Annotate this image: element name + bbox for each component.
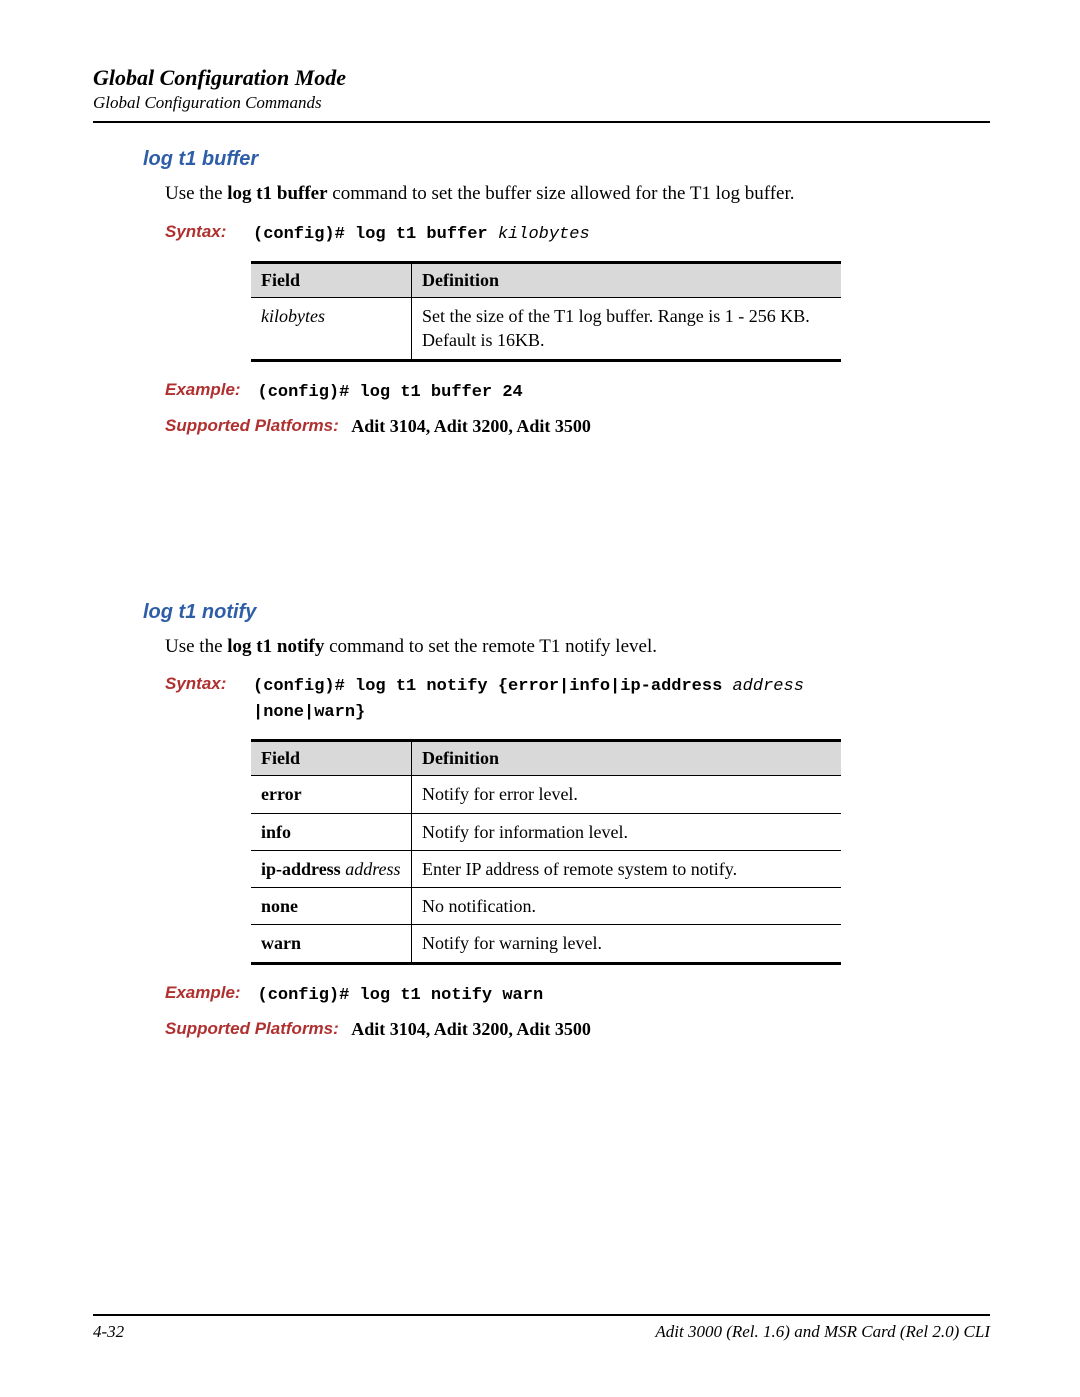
field-bold: ip-address	[261, 859, 345, 879]
field-italic-suffix: address	[345, 859, 400, 879]
cell-field: ip-address address	[251, 850, 412, 887]
example-text: (config)# log t1 notify warn	[258, 986, 544, 1005]
example-label: Example:	[165, 983, 245, 1003]
example-row: Example: (config)# log t1 notify warn	[165, 983, 990, 1005]
page-footer: 4-32 Adit 3000 (Rel. 1.6) and MSR Card (…	[93, 1314, 990, 1342]
desc-cmd: log t1 buffer	[227, 183, 327, 204]
syntax-row: Syntax: (config)# log t1 buffer kilobyte…	[165, 222, 990, 248]
col-field: Field	[251, 741, 412, 776]
desc-prefix: Use the	[165, 636, 227, 657]
fields-table-wrap: Field Definition kilobytes Set the size …	[251, 261, 990, 362]
section-gap	[143, 451, 990, 601]
table-row: none No notification.	[251, 888, 841, 925]
table-row: info Notify for information level.	[251, 813, 841, 850]
syntax-label: Syntax:	[165, 222, 245, 242]
table-row: kilobytes Set the size of the T1 log buf…	[251, 298, 841, 361]
syntax-text: (config)# log t1 notify {error|info|ip-a…	[253, 674, 990, 725]
cell-def: Notify for information level.	[412, 813, 842, 850]
field-bold: none	[261, 896, 298, 916]
desc-suffix: command to set the remote T1 notify leve…	[324, 636, 657, 657]
col-field: Field	[251, 263, 412, 298]
fields-table-wrap: Field Definition error Notify for error …	[251, 739, 990, 964]
table-row: warn Notify for warning level.	[251, 925, 841, 963]
table-row: error Notify for error level.	[251, 776, 841, 813]
platforms-value: Adit 3104, Adit 3200, Adit 3500	[351, 416, 591, 436]
field-italic: kilobytes	[261, 306, 325, 326]
syntax-prefix: (config)# log t1 notify {error|info|ip-a…	[253, 677, 732, 696]
header-subtitle: Global Configuration Commands	[93, 93, 990, 113]
platforms-label: Supported Platforms:	[165, 1019, 339, 1039]
field-bold: warn	[261, 933, 301, 953]
desc-suffix: command to set the buffer size allowed f…	[328, 183, 795, 204]
cell-field: none	[251, 888, 412, 925]
syntax-line2: |none|warn}	[253, 703, 365, 722]
col-definition: Definition	[412, 741, 842, 776]
desc-prefix: Use the	[165, 183, 227, 204]
page: Global Configuration Mode Global Configu…	[0, 0, 1080, 1397]
header-rule	[93, 121, 990, 123]
fields-table: Field Definition kilobytes Set the size …	[251, 261, 841, 362]
cell-field: warn	[251, 925, 412, 963]
example-label: Example:	[165, 380, 245, 400]
field-bold: error	[261, 784, 302, 804]
cell-def: Notify for error level.	[412, 776, 842, 813]
cell-def: No notification.	[412, 888, 842, 925]
syntax-row: Syntax: (config)# log t1 notify {error|i…	[165, 674, 990, 725]
example-row: Example: (config)# log t1 buffer 24	[165, 380, 990, 402]
desc-cmd: log t1 notify	[227, 636, 324, 657]
page-header: Global Configuration Mode Global Configu…	[93, 65, 990, 123]
doc-title: Adit 3000 (Rel. 1.6) and MSR Card (Rel 2…	[655, 1322, 990, 1342]
cell-field: kilobytes	[251, 298, 412, 361]
page-number: 4-32	[93, 1322, 124, 1342]
cell-def: Enter IP address of remote system to not…	[412, 850, 842, 887]
fields-table: Field Definition error Notify for error …	[251, 739, 841, 964]
syntax-param: kilobytes	[498, 225, 590, 244]
section-desc: Use the log t1 buffer command to set the…	[165, 181, 990, 208]
section-title-log-t1-notify: log t1 notify	[143, 601, 990, 624]
section-desc: Use the log t1 notify command to set the…	[165, 634, 990, 661]
section-title-log-t1-buffer: log t1 buffer	[143, 148, 990, 171]
platforms-row: Supported Platforms: Adit 3104, Adit 320…	[165, 416, 990, 437]
cell-field: info	[251, 813, 412, 850]
field-bold: info	[261, 822, 291, 842]
header-title: Global Configuration Mode	[93, 65, 990, 91]
cell-field: error	[251, 776, 412, 813]
table-row: ip-address address Enter IP address of r…	[251, 850, 841, 887]
platforms-label: Supported Platforms:	[165, 416, 339, 436]
syntax-label: Syntax:	[165, 674, 245, 694]
syntax-prefix: (config)# log t1 buffer	[253, 225, 498, 244]
syntax-param: address	[732, 677, 803, 696]
platforms-value: Adit 3104, Adit 3200, Adit 3500	[351, 1019, 591, 1039]
example-text: (config)# log t1 buffer 24	[258, 383, 523, 402]
platforms-row: Supported Platforms: Adit 3104, Adit 320…	[165, 1019, 990, 1040]
cell-def: Set the size of the T1 log buffer. Range…	[412, 298, 842, 361]
content: log t1 buffer Use the log t1 buffer comm…	[143, 148, 990, 1040]
col-definition: Definition	[412, 263, 842, 298]
syntax-text: (config)# log t1 buffer kilobytes	[253, 222, 990, 248]
cell-def: Notify for warning level.	[412, 925, 842, 963]
